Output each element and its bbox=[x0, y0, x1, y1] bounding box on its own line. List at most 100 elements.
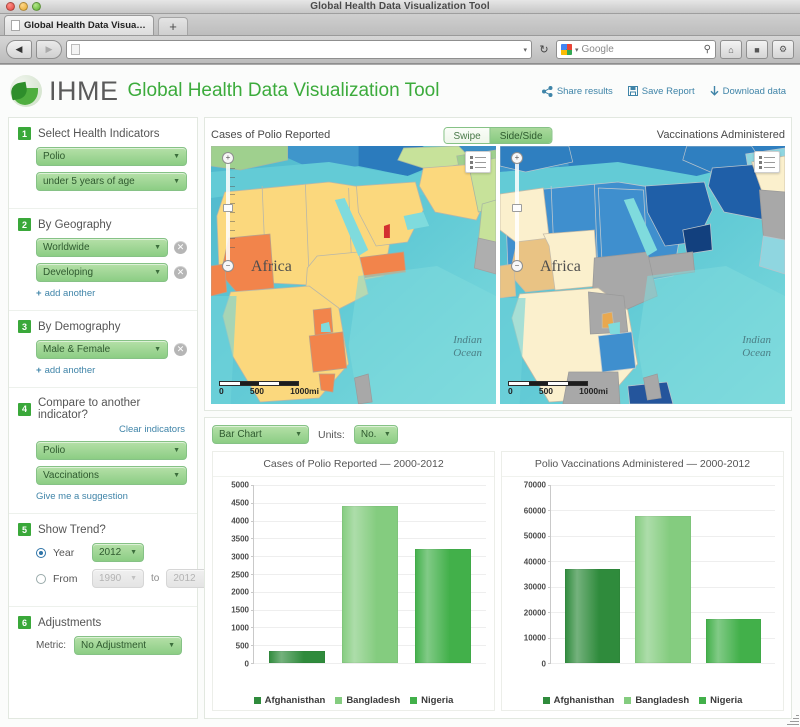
zoom-out-button[interactable]: − bbox=[511, 260, 523, 272]
left-map-zoom-slider[interactable]: + − bbox=[221, 152, 235, 272]
y-tick-label: 0 bbox=[541, 659, 546, 669]
chevron-down-icon: ▼ bbox=[130, 575, 137, 582]
step-show-trend: 5 Show Trend? Year 2012 ▼ From 1990 ▼ to… bbox=[9, 514, 219, 607]
bookmarks-button[interactable]: ■ bbox=[746, 40, 768, 59]
chevron-down-icon: ▼ bbox=[154, 346, 161, 353]
toggle-side-by-side[interactable]: Side/Side bbox=[489, 127, 552, 143]
download-data-button[interactable]: Download data bbox=[710, 85, 786, 97]
zoom-slider-handle[interactable] bbox=[512, 204, 522, 212]
legend-item[interactable]: Nigeria bbox=[699, 695, 742, 706]
geography-select-1[interactable]: Worldwide ▼ bbox=[36, 238, 168, 257]
zoom-out-button[interactable]: − bbox=[222, 260, 234, 272]
y-tick-label: 4000 bbox=[231, 516, 249, 526]
add-another-demography-link[interactable]: + add another bbox=[36, 365, 187, 376]
brand-name: IHME bbox=[49, 75, 119, 106]
bar-nigeria[interactable] bbox=[706, 618, 762, 663]
search-icon[interactable]: ⚲ bbox=[704, 44, 711, 55]
right-map[interactable]: Africa Indian Ocean + − 0 500 1000mi bbox=[500, 146, 785, 404]
browser-tab[interactable]: Global Health Data Visualizatio... bbox=[4, 15, 154, 35]
chart-type-select[interactable]: Bar Chart ▼ bbox=[212, 425, 309, 444]
left-map[interactable]: Africa Indian Ocean + − 0 500 1000mi bbox=[211, 146, 496, 404]
legend-item[interactable]: Bangladesh bbox=[335, 695, 400, 706]
step-adjustments: 6 Adjustments Metric: No Adjustment ▼ bbox=[9, 607, 197, 666]
save-icon bbox=[627, 86, 638, 96]
bar-afghanisthan[interactable] bbox=[564, 568, 620, 663]
metric-label: Metric: bbox=[36, 640, 66, 651]
home-button[interactable]: ⌂ bbox=[720, 40, 742, 59]
add-another-geography-link[interactable]: + add another bbox=[36, 288, 187, 299]
y-tick-mark bbox=[548, 663, 551, 664]
map-panel: Cases of Polio Reported Swipe Side/Side … bbox=[204, 117, 792, 411]
back-button[interactable]: ◀ bbox=[6, 40, 32, 59]
chevron-down-icon[interactable]: ▾ bbox=[523, 46, 527, 54]
legend-item[interactable]: Bangladesh bbox=[624, 695, 689, 706]
zoom-in-button[interactable]: + bbox=[511, 152, 523, 164]
chart-0-bars bbox=[254, 485, 486, 663]
compare-indicator-select-2[interactable]: Vaccinations ▼ bbox=[36, 466, 187, 485]
y-tick-label: 3000 bbox=[231, 552, 249, 562]
age-group-select[interactable]: under 5 years of age ▼ bbox=[36, 172, 187, 191]
demography-select[interactable]: Male & Female ▼ bbox=[36, 340, 168, 359]
legend-swatch-icon bbox=[253, 696, 261, 704]
trend-year-radio[interactable] bbox=[36, 547, 46, 558]
legend-item[interactable]: Afghanisthan bbox=[542, 695, 614, 706]
visualization-column: Cases of Polio Reported Swipe Side/Side … bbox=[204, 117, 792, 719]
bar-bangladesh[interactable] bbox=[341, 506, 398, 663]
right-map-zoom-slider[interactable]: + − bbox=[510, 152, 524, 272]
save-report-button[interactable]: Save Report bbox=[627, 86, 695, 97]
remove-demography-button[interactable]: ✕ bbox=[174, 343, 187, 356]
chart-polio-vaccinations: Polio Vaccinations Administered — 2000-2… bbox=[501, 451, 784, 711]
trend-from-select[interactable]: 1990 ▼ bbox=[92, 569, 144, 588]
geography-select-2[interactable]: Developing ▼ bbox=[36, 263, 168, 282]
step-number: 3 bbox=[18, 320, 31, 333]
trend-year-label: Year bbox=[53, 546, 75, 559]
chart-cases-of-polio: Cases of Polio Reported — 2000-2012 0 500… bbox=[212, 451, 495, 711]
toggle-swipe[interactable]: Swipe bbox=[444, 127, 490, 143]
chevron-down-icon[interactable]: ▾ bbox=[575, 46, 579, 54]
chart-1-legend: Afghanisthan Bangladesh Nigeria bbox=[502, 690, 783, 710]
legend-item[interactable]: Afghanisthan bbox=[253, 695, 325, 706]
scale-zero: 0 bbox=[508, 386, 513, 396]
left-map-legend-icon[interactable] bbox=[465, 151, 491, 173]
new-tab-button[interactable]: + bbox=[158, 17, 188, 35]
scale-mid: 500 bbox=[538, 386, 554, 396]
zoom-slider-handle[interactable] bbox=[223, 204, 233, 212]
metric-select[interactable]: No Adjustment ▼ bbox=[74, 636, 182, 655]
trend-year-select[interactable]: 2012 ▼ bbox=[92, 543, 144, 562]
search-bar[interactable]: ▾ Google ⚲ bbox=[556, 40, 716, 59]
legend-label: Bangladesh bbox=[346, 694, 401, 706]
bar-nigeria[interactable] bbox=[415, 549, 472, 663]
compare-indicator-select-1[interactable]: Polio ▼ bbox=[36, 441, 187, 460]
scale-zero: 0 bbox=[219, 386, 224, 396]
step-by-demography: 3 By Demography Male & Female ▼ ✕ + add a… bbox=[9, 311, 197, 388]
trend-range-radio[interactable] bbox=[36, 573, 46, 584]
address-bar[interactable]: ▾ bbox=[66, 40, 532, 59]
share-results-button[interactable]: Share results bbox=[541, 85, 613, 97]
metric-select-value: No Adjustment bbox=[81, 640, 147, 651]
remove-geography-2-button[interactable]: ✕ bbox=[174, 266, 187, 279]
reload-button[interactable]: ↻ bbox=[536, 43, 552, 56]
zoom-in-button[interactable]: + bbox=[222, 152, 234, 164]
indicator-select[interactable]: Polio ▼ bbox=[36, 147, 187, 166]
resize-grip[interactable] bbox=[786, 713, 799, 726]
clear-indicators-link[interactable]: Clear indicators bbox=[18, 424, 185, 435]
search-input[interactable]: Google bbox=[582, 44, 701, 55]
ihme-logo-icon bbox=[10, 75, 42, 107]
bar-bangladesh[interactable] bbox=[635, 515, 691, 663]
legend-swatch-icon bbox=[410, 696, 418, 704]
window-title: Global Health Data Visualization Tool bbox=[310, 0, 490, 12]
map-view-toggle[interactable]: Swipe Side/Side bbox=[443, 126, 553, 144]
plus-icon: + bbox=[36, 288, 42, 299]
give-me-a-suggestion-link[interactable]: Give me a suggestion bbox=[36, 491, 187, 502]
forward-button[interactable]: ▶ bbox=[36, 40, 62, 59]
remove-geography-1-button[interactable]: ✕ bbox=[174, 241, 187, 254]
y-tick-label: 2500 bbox=[231, 570, 249, 579]
units-select[interactable]: No. ▼ bbox=[353, 425, 398, 444]
charts-panel: Bar Chart ▼ Units: No. ▼ Cases of Polio … bbox=[204, 417, 792, 719]
legend-item[interactable]: Nigeria bbox=[410, 695, 453, 706]
chevron-down-icon: ▼ bbox=[173, 447, 180, 454]
right-map-legend-icon[interactable] bbox=[754, 151, 780, 173]
tools-button[interactable]: ⚙ bbox=[772, 40, 794, 59]
bar-afghanisthan[interactable] bbox=[268, 651, 325, 663]
chevron-down-icon: ▼ bbox=[295, 431, 302, 438]
